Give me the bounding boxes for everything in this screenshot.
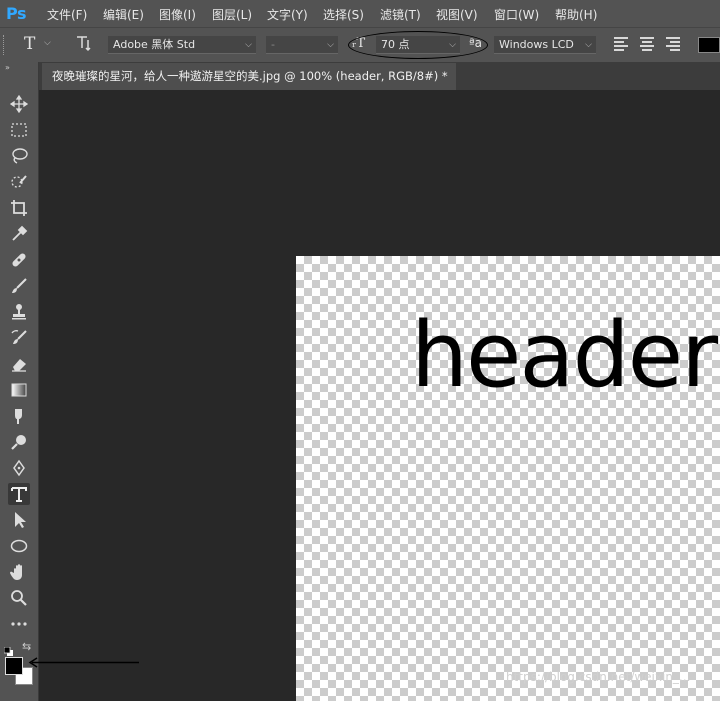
- font-family-select[interactable]: Adobe 黑体 Std ⌵: [108, 36, 256, 54]
- gradient-icon[interactable]: [8, 379, 30, 401]
- font-family-value: Adobe 黑体 Std: [113, 38, 196, 51]
- document-tab[interactable]: 夜晚璀璨的星河，给人一种遨游星空的美.jpg @ 100% (header, R…: [42, 63, 456, 90]
- align-left-icon[interactable]: [614, 37, 628, 51]
- foreground-color-swatch[interactable]: [5, 657, 23, 675]
- crop-icon[interactable]: [8, 197, 30, 219]
- menu-bar: Ps 文件(F) 编辑(E) 图像(I) 图层(L) 文字(Y) 选择(S) 滤…: [0, 0, 720, 27]
- menu-filter[interactable]: 滤镜(T): [380, 6, 421, 23]
- document-tab-bar: 夜晚璀璨的星河，给人一种遨游星空的美.jpg @ 100% (header, R…: [39, 62, 720, 90]
- menu-help[interactable]: 帮助(H): [555, 6, 597, 23]
- swap-colors-icon[interactable]: ⇆: [22, 640, 31, 653]
- history-brush-icon[interactable]: [8, 327, 30, 349]
- options-bar: T ⌵ Adobe 黑体 Std ⌵ - ⌵ ᵣT 70 点 ⌵ ªa Wind…: [0, 27, 720, 64]
- document-tab-title: 夜晚璀璨的星河，给人一种遨游星空的美.jpg @ 100% (header, R…: [52, 69, 448, 83]
- stamp-icon[interactable]: [8, 301, 30, 323]
- type-tool-preset-icon[interactable]: T: [24, 34, 35, 54]
- more-icon[interactable]: [8, 613, 30, 635]
- chevron-down-icon[interactable]: ⌵: [44, 38, 51, 48]
- options-grip[interactable]: [3, 35, 7, 55]
- pen-icon[interactable]: [8, 457, 30, 479]
- quick-select-icon[interactable]: [8, 171, 30, 193]
- smudge-icon[interactable]: [8, 405, 30, 427]
- align-right-icon[interactable]: [666, 37, 680, 51]
- ellipse-icon[interactable]: [8, 535, 30, 557]
- chevron-down-icon: ⌵: [585, 40, 592, 50]
- menu-type[interactable]: 文字(Y): [267, 6, 308, 23]
- menu-file[interactable]: 文件(F): [47, 6, 87, 23]
- hand-icon[interactable]: [8, 561, 30, 583]
- canvas-text-layer[interactable]: header: [411, 311, 718, 401]
- brush-icon[interactable]: [8, 275, 30, 297]
- highlight-ellipse: [348, 31, 488, 59]
- zoom-icon[interactable]: [8, 587, 30, 609]
- toggle-orientation-icon[interactable]: [76, 34, 94, 56]
- type-icon[interactable]: [8, 483, 30, 505]
- eyedropper-icon[interactable]: [8, 223, 30, 245]
- marquee-icon[interactable]: [8, 119, 30, 141]
- app-logo: Ps: [6, 4, 26, 23]
- annotation-arrow: [28, 657, 139, 668]
- menu-window[interactable]: 窗口(W): [494, 6, 539, 23]
- eraser-icon[interactable]: [8, 353, 30, 375]
- anti-alias-value: Windows LCD: [499, 38, 574, 51]
- healing-icon[interactable]: [8, 249, 30, 271]
- dodge-icon[interactable]: [8, 431, 30, 453]
- tools-panel: »: [0, 62, 39, 701]
- default-colors-icon[interactable]: [3, 642, 14, 656]
- path-select-icon[interactable]: [8, 509, 30, 531]
- chevron-down-icon: ⌵: [327, 40, 334, 50]
- anti-alias-icon: ªa: [469, 36, 483, 50]
- menu-view[interactable]: 视图(V): [436, 6, 478, 23]
- menu-image[interactable]: 图像(I): [159, 6, 196, 23]
- lasso-icon[interactable]: [8, 145, 30, 167]
- text-color-swatch[interactable]: [698, 37, 720, 53]
- font-style-value: -: [271, 38, 275, 51]
- menu-edit[interactable]: 编辑(E): [103, 6, 144, 23]
- document-canvas[interactable]: header https://blog.csdn.net/weixin_...: [296, 256, 720, 701]
- font-style-select[interactable]: - ⌵: [266, 36, 338, 54]
- workspace[interactable]: header https://blog.csdn.net/weixin_...: [39, 90, 720, 701]
- move-icon[interactable]: [8, 93, 30, 115]
- align-center-icon[interactable]: [640, 37, 654, 51]
- chevron-down-icon: ⌵: [245, 40, 252, 50]
- menu-select[interactable]: 选择(S): [323, 6, 364, 23]
- collapse-icon[interactable]: »: [5, 63, 10, 72]
- anti-alias-select[interactable]: Windows LCD ⌵: [494, 36, 596, 54]
- menu-layer[interactable]: 图层(L): [212, 6, 252, 23]
- watermark-text: https://blog.csdn.net/weixin_...: [506, 670, 691, 684]
